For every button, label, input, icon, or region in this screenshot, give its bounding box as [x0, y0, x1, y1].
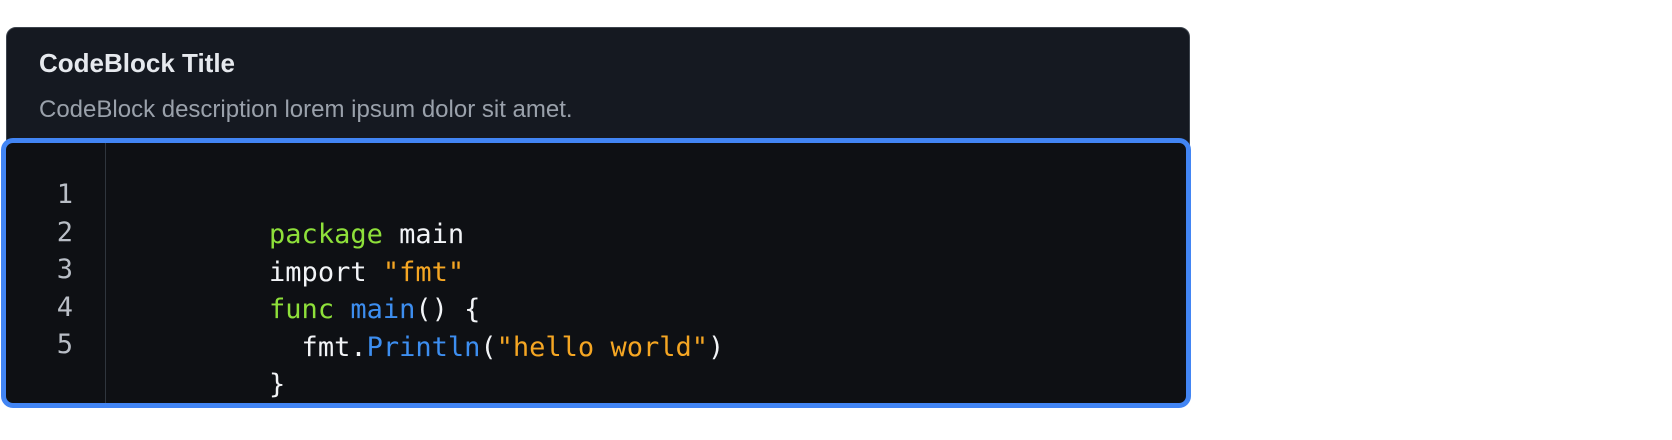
- code-token: (: [480, 332, 497, 363]
- code-line: import "fmt": [139, 213, 464, 288]
- code-token: Println: [366, 332, 481, 363]
- line-number: 4: [56, 292, 73, 323]
- code-line: package main: [139, 175, 464, 250]
- codeblock-header: CodeBlock Title CodeBlock description lo…: [7, 28, 1189, 140]
- code-line: }: [139, 325, 285, 400]
- line-number-gutter: 1 2 3 4 5: [6, 143, 106, 403]
- codeblock: CodeBlock Title CodeBlock description lo…: [1, 27, 1191, 408]
- line-number: 3: [56, 254, 73, 285]
- codeblock-title: CodeBlock Title: [39, 48, 236, 78]
- line-number: 2: [56, 217, 73, 248]
- codeblock-description: CodeBlock description lorem ipsum dolor …: [39, 96, 573, 123]
- code-line: fmt.Println("hello world"): [139, 288, 725, 363]
- code-area[interactable]: 1 2 3 4 5 package main import "fmt" func…: [1, 138, 1191, 408]
- code-token: "hello world": [496, 332, 708, 363]
- line-number: 5: [56, 329, 73, 360]
- code-line: func main() {: [139, 250, 480, 325]
- code-token: }: [269, 369, 286, 400]
- line-number: 1: [56, 179, 73, 210]
- code-token: ): [707, 332, 725, 363]
